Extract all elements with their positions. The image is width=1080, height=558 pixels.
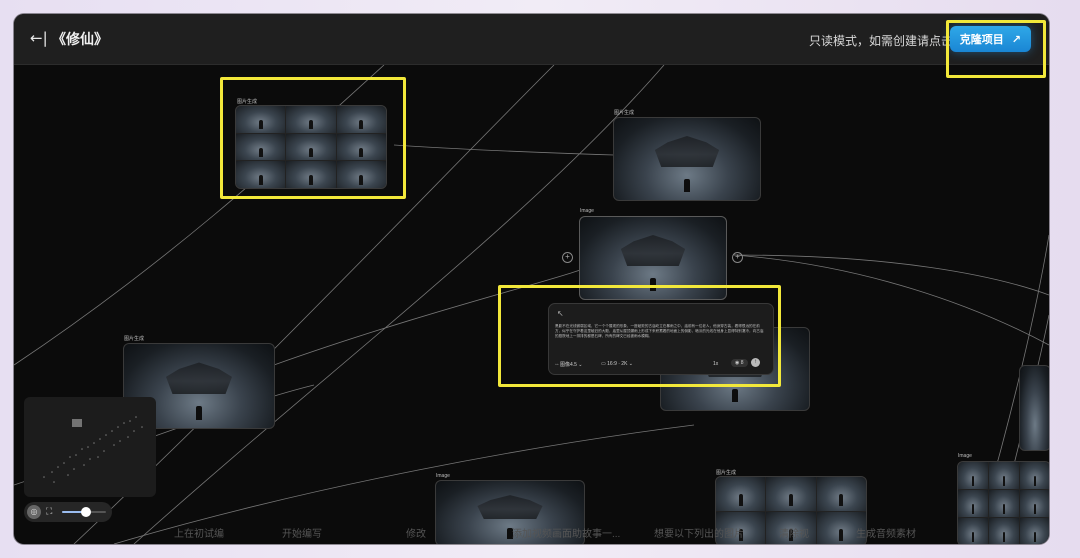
node-label-image: Image — [958, 453, 972, 459]
minimap-dots — [43, 416, 143, 483]
figure-shape — [732, 388, 738, 402]
temple-shape — [166, 362, 232, 395]
node-label-image: Image — [580, 208, 594, 214]
temple-shape — [654, 136, 720, 168]
highlight-box — [498, 285, 781, 387]
background-text: 生成音频素材 — [856, 529, 916, 540]
add-input-icon[interactable]: + — [562, 252, 573, 263]
image-node[interactable] — [1019, 365, 1049, 451]
project-title: 《修仙》 — [52, 31, 108, 47]
image-thumbnail[interactable] — [958, 518, 988, 544]
header-bar: ←| 《修仙》 只读模式，如需创建请点击 克隆项目 ↗ — [14, 14, 1049, 65]
temple-shape — [477, 495, 543, 520]
temple-shape — [620, 235, 686, 267]
highlight-box — [220, 77, 406, 199]
zoom-slider-thumb[interactable] — [81, 507, 92, 517]
node-label-image-gen: 图片生成 — [124, 336, 145, 342]
image-node[interactable] — [613, 117, 761, 201]
image-thumbnail[interactable] — [1020, 518, 1049, 544]
figure-shape — [196, 406, 202, 420]
app-window: ←| 《修仙》 只读模式，如需创建请点击 克隆项目 ↗ 图片生成 图片生成 Im… — [14, 14, 1049, 544]
image-thumbnail[interactable] — [766, 477, 816, 511]
image-thumbnail[interactable] — [716, 477, 766, 511]
background-text: 上在初试编 — [174, 529, 224, 540]
node-label-image: Image — [436, 473, 450, 479]
background-text: 想要以下列出的图片 — [654, 529, 744, 540]
add-output-icon[interactable]: + — [732, 252, 743, 263]
node-label-image-gen: 图片生成 — [716, 470, 737, 476]
image-thumbnail[interactable] — [958, 462, 988, 489]
minimap[interactable] — [24, 397, 156, 497]
image-thumbnail[interactable] — [989, 518, 1019, 544]
fit-view-icon[interactable]: ⛶ — [46, 506, 52, 517]
image-thumbnail[interactable] — [958, 490, 988, 517]
node-label-image-gen: 图片生成 — [614, 110, 635, 116]
image-grid-node[interactable] — [957, 461, 1049, 544]
background-text: 添加视频画面助故事一... — [512, 529, 621, 540]
zoom-slider-track[interactable] — [62, 507, 106, 517]
zoom-controls: ◎ ⛶ — [24, 502, 112, 522]
image-thumbnail[interactable] — [989, 490, 1019, 517]
back-button[interactable]: ←| — [30, 29, 48, 47]
background-text: 开始编写 — [282, 529, 322, 540]
background-text: 修改 — [406, 529, 426, 540]
image-thumbnail[interactable] — [816, 477, 866, 511]
highlight-box — [946, 20, 1046, 78]
image-thumbnail[interactable] — [1020, 462, 1049, 489]
background-text: 清除视 — [779, 529, 809, 540]
image-thumbnail[interactable] — [989, 462, 1019, 489]
figure-shape — [684, 178, 690, 192]
workflow-canvas[interactable]: 图片生成 图片生成 Image + + ↖ 黑影不在光线微弱区域，它一个个展现的… — [14, 65, 1049, 544]
readonly-notice: 只读模式，如需创建请点击 — [808, 34, 953, 48]
cursor-mode-icon[interactable]: ◎ — [27, 505, 41, 519]
image-thumbnail[interactable] — [1020, 490, 1049, 517]
